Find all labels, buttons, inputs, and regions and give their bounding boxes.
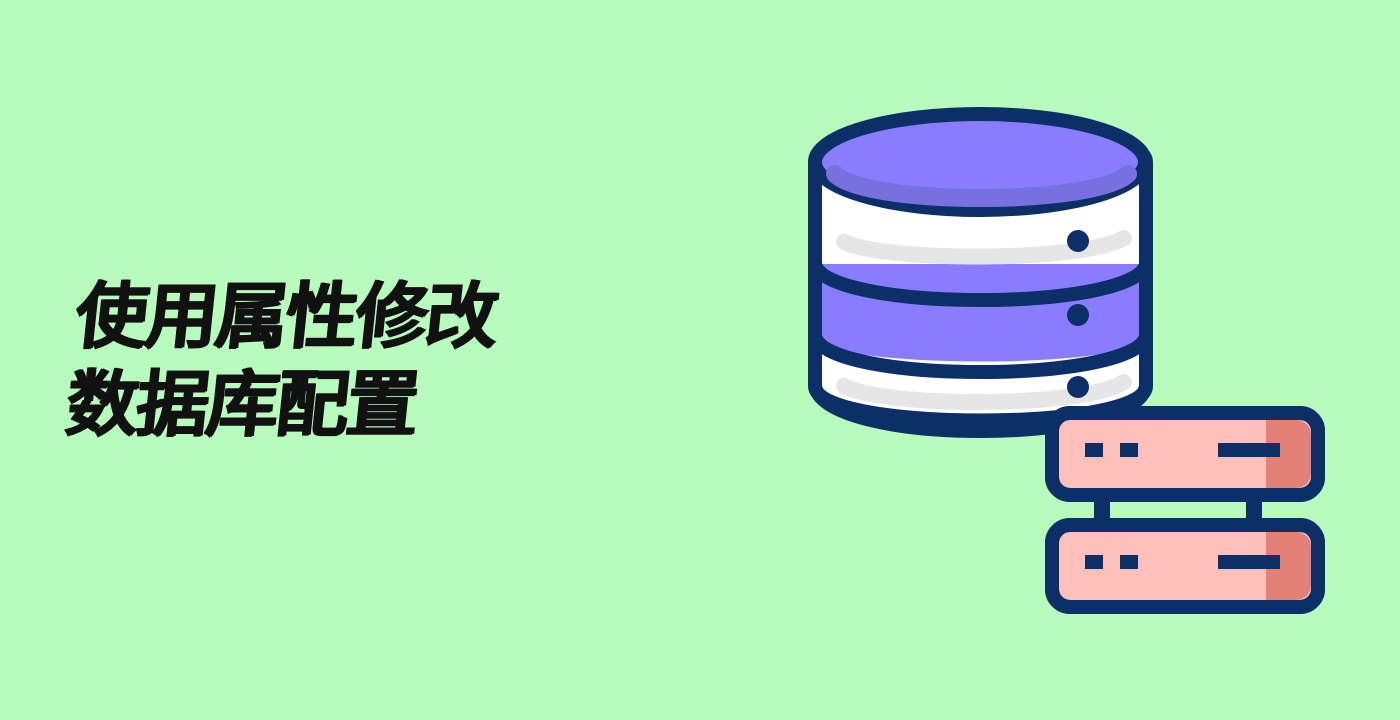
database-status-dot-1 — [1067, 230, 1089, 252]
server-rack-icon — [1045, 406, 1325, 614]
tutorial-banner: 使用属性修改 数据库配置 — [0, 0, 1400, 720]
database-stack-icon — [808, 107, 1153, 438]
database-status-dot-3 — [1067, 376, 1089, 398]
title-line-2: 数据库配置 — [61, 362, 421, 446]
database-illustration — [780, 86, 1340, 626]
database-status-dot-2 — [1067, 304, 1089, 326]
database-server-svg — [808, 107, 1325, 614]
title-line-1: 使用属性修改 — [70, 274, 500, 358]
page-title: 使用属性修改 数据库配置 — [62, 272, 600, 448]
